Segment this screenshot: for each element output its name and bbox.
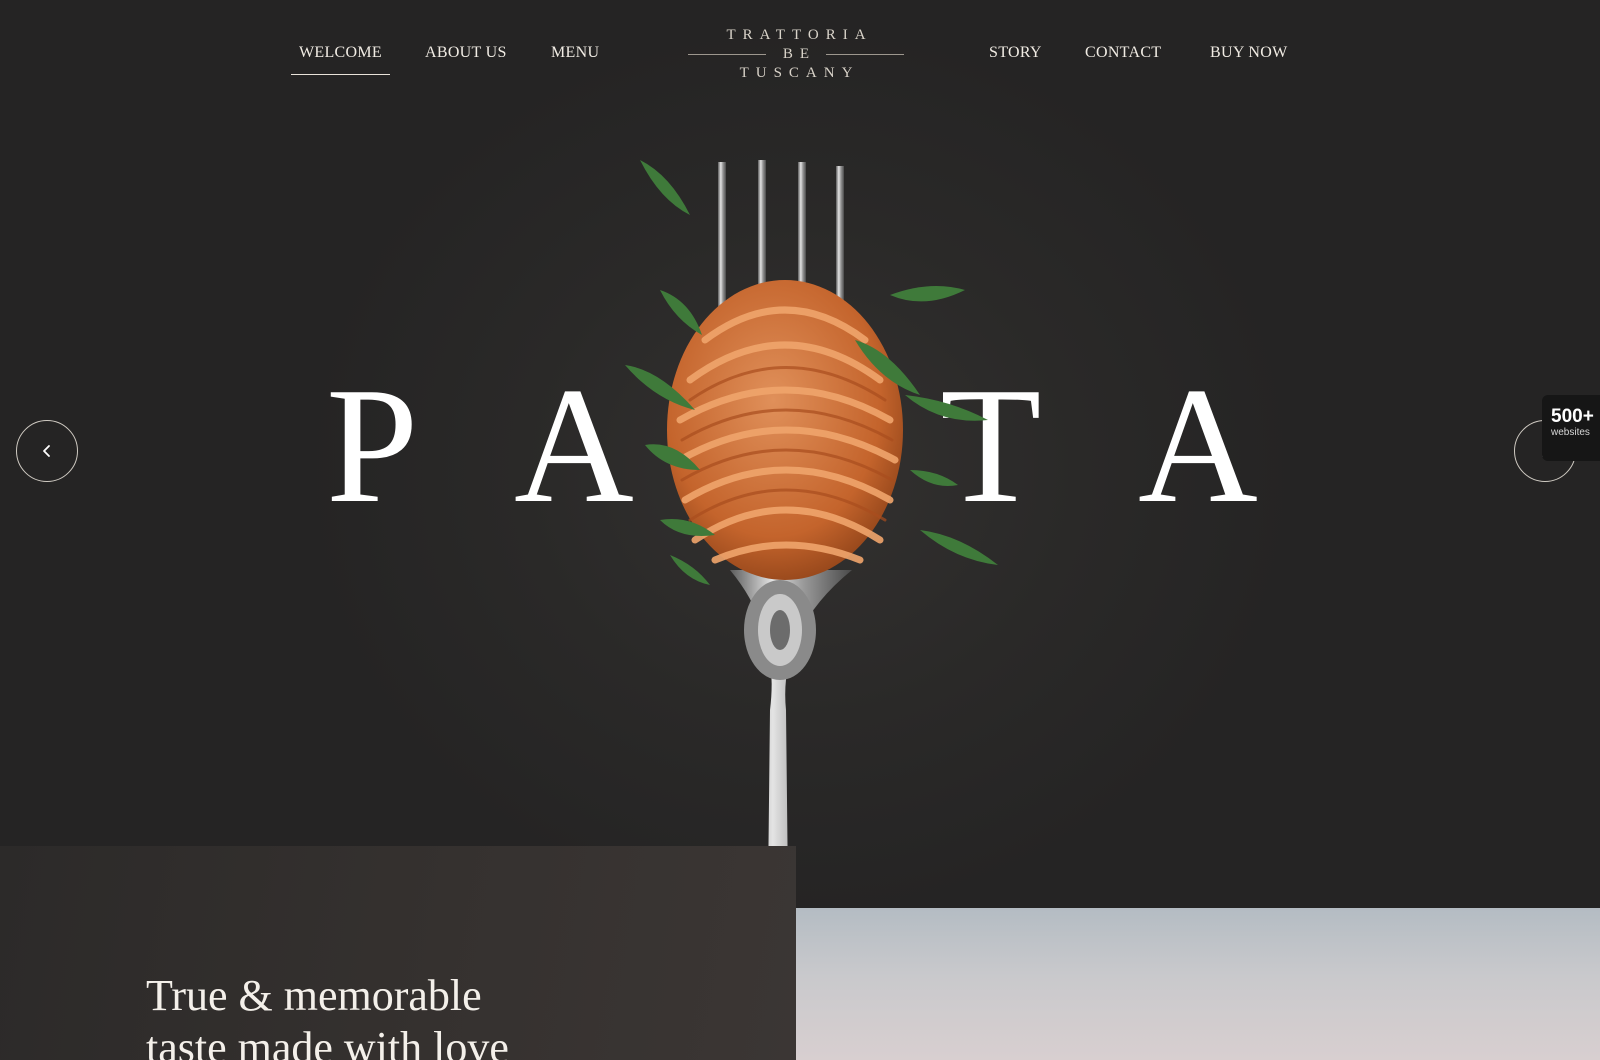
nav-story[interactable]: STORY: [989, 44, 1042, 62]
logo-rule-left: [688, 54, 766, 55]
slider-prev-button[interactable]: [16, 420, 78, 482]
websites-badge[interactable]: 500+ websites: [1542, 395, 1600, 461]
tagline-line-1: True & memorable: [146, 971, 482, 1020]
intro-image: [796, 908, 1600, 1060]
nav-menu[interactable]: MENU: [551, 44, 599, 62]
intro-section: True & memorable taste made with love: [0, 846, 796, 1060]
badge-label: websites: [1551, 427, 1590, 438]
hero-letter-a: A: [514, 353, 634, 537]
nav-buy-now[interactable]: BUY NOW: [1210, 44, 1288, 62]
hero-letter-a-2: A: [1138, 353, 1258, 537]
logo-line-3: TUSCANY: [739, 65, 860, 81]
site-logo[interactable]: TRATTORIA BE TUSCANY: [688, 26, 904, 86]
fork-with-pasta-icon: [620, 150, 1020, 910]
logo-rule-right: [826, 54, 904, 55]
badge-count: 500+: [1551, 406, 1594, 427]
nav-contact[interactable]: CONTACT: [1085, 44, 1161, 62]
hero-letter-p: P: [326, 353, 419, 537]
nav-welcome[interactable]: WELCOME: [291, 44, 390, 75]
nav-about-us[interactable]: ABOUT US: [425, 44, 507, 62]
chevron-left-icon: [43, 445, 50, 457]
logo-middle: BE: [688, 45, 904, 64]
tagline-line-2: taste made with love: [146, 1023, 509, 1060]
page: WELCOME ABOUT US MENU TRATTORIA BE TUSCA…: [0, 0, 1600, 1060]
logo-line-1: TRATTORIA: [726, 27, 873, 43]
intro-tagline: True & memorable taste made with love: [146, 970, 746, 1060]
main-nav: WELCOME ABOUT US MENU TRATTORIA BE TUSCA…: [0, 0, 1600, 110]
